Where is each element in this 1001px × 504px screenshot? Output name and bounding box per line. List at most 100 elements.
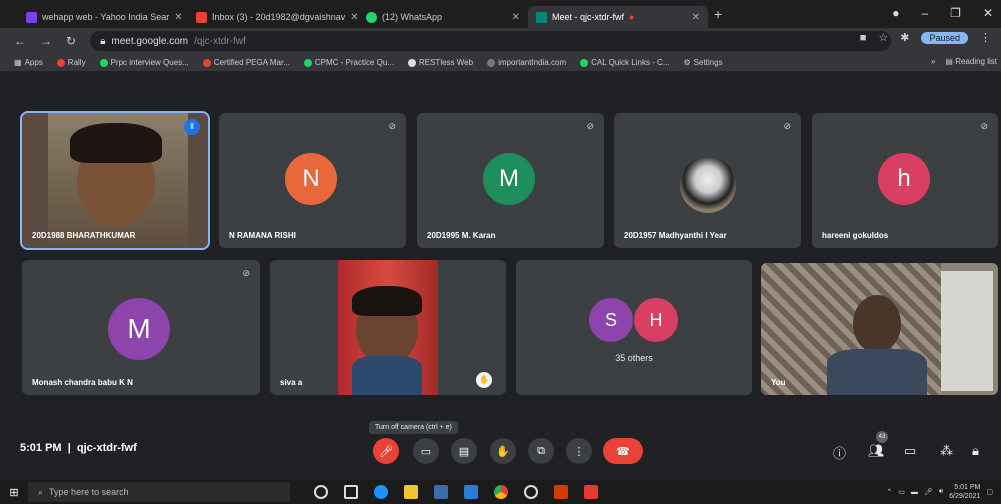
participant-tile[interactable]: ⊘ 20D1957 Madhyanthi I Year — [614, 113, 801, 248]
file-explorer-icon[interactable] — [404, 485, 418, 499]
bookmark-cpmc[interactable]: CPMC - Practice Qu... — [303, 58, 394, 67]
participant-shirt — [352, 356, 422, 395]
whatsapp-icon — [580, 58, 589, 67]
record-icon[interactable]: ● — [892, 6, 899, 20]
mic-toggle-button[interactable]: 🎤︎ — [373, 438, 399, 464]
host-controls-icon[interactable]: 🔒︎ — [972, 443, 979, 459]
leave-call-button[interactable]: ☎ — [603, 438, 643, 464]
url-host: meet.google.com — [111, 35, 189, 47]
maximize-button[interactable]: ❐ — [950, 6, 961, 20]
taskbar-search[interactable]: ⌕ Type here to search — [28, 482, 290, 502]
others-tile[interactable]: S H 35 others — [516, 260, 752, 395]
meet-icon — [536, 11, 547, 23]
close-icon[interactable]: ✕ — [692, 12, 700, 23]
tab-yahoo[interactable]: wehapp web - Yahoo India Sear ✕ — [18, 6, 188, 28]
self-tile[interactable]: You — [761, 263, 998, 395]
chevron-up-icon[interactable]: ⌃ — [886, 488, 892, 496]
menu-icon[interactable]: ⋮ — [980, 31, 991, 44]
captions-button[interactable]: ▤ — [451, 438, 477, 464]
minimize-button[interactable]: – — [921, 6, 928, 20]
extensions-icon[interactable]: ✱ — [900, 31, 909, 44]
chat-icon[interactable]: ▭ — [904, 443, 916, 459]
tab-label: wehapp web - Yahoo India Sear — [42, 12, 170, 22]
participant-tile[interactable]: ⊘ M 20D1995 M. Karan — [417, 113, 604, 248]
browser-toolbar-right: ■ ☆ ✱ Paused ⋮ — [860, 31, 991, 44]
bookmark-restless[interactable]: RESTless Web — [407, 58, 473, 67]
close-icon[interactable]: ✕ — [350, 12, 358, 23]
gear-icon: ⚙ — [683, 58, 691, 67]
forward-button[interactable]: → — [40, 34, 52, 48]
close-icon[interactable]: ✕ — [512, 12, 520, 23]
bookmark-label: importantIndia.com — [498, 58, 567, 67]
tab-label: (12) WhatsApp — [382, 12, 443, 22]
bookmark-apps[interactable]: ▦ Apps — [14, 58, 43, 67]
bookmark-rally[interactable]: Rally — [56, 58, 86, 67]
windows-taskbar: ⊞ ⌕ Type here to search ⌃ ▭ ▬ 🎤︎ 🔊︎ 5:01… — [0, 480, 1001, 504]
profile-button[interactable]: Paused — [921, 31, 968, 44]
avatar: M — [108, 298, 170, 360]
participant-tile[interactable]: ⦀ 20D1988 BHARATHKUMAR — [20, 111, 210, 250]
participant-tile[interactable]: ⊘ M Monash chandra babu K N — [22, 260, 260, 395]
lock-icon: 🔒︎ — [100, 35, 106, 47]
clock-date: 6/29/2021 — [949, 493, 981, 500]
edge-icon[interactable] — [374, 485, 388, 499]
avatar: M — [483, 153, 535, 205]
participant-tile[interactable]: ✋ siva a — [270, 260, 506, 395]
avatar: H — [634, 298, 678, 342]
camera-in-use-icon[interactable]: ■ — [860, 32, 867, 44]
store-icon[interactable] — [434, 485, 448, 499]
bookmark-prpc[interactable]: Prpc interview Ques... — [99, 58, 189, 67]
volume-icon[interactable]: 🔊︎ — [939, 488, 943, 496]
bookmark-importantindia[interactable]: importantIndia.com — [487, 58, 566, 67]
camera-icon: ▭ — [420, 445, 432, 458]
url-field[interactable]: 🔒︎ meet.google.com/qjc-xtdr-fwf — [90, 31, 891, 51]
close-icon[interactable]: ✕ — [174, 12, 182, 23]
search-placeholder: Type here to search — [49, 487, 129, 497]
activities-icon[interactable]: ⁂ — [940, 443, 953, 459]
new-tab-button[interactable]: + — [714, 6, 722, 22]
bookmark-cal[interactable]: CAL Quick Links - C... — [580, 58, 670, 67]
search-icon: ⌕ — [38, 486, 44, 497]
bookmark-settings[interactable]: ⚙ Settings — [684, 58, 723, 67]
tab-whatsapp[interactable]: (12) WhatsApp ✕ — [358, 6, 528, 28]
mic-icon[interactable]: 🎤︎ — [924, 488, 933, 496]
close-window-button[interactable]: ✕ — [983, 6, 993, 20]
more-options-button[interactable]: ⋮ — [566, 438, 592, 464]
window-controls: ● – ❐ ✕ — [892, 6, 993, 20]
battery-icon[interactable]: ▬ — [911, 489, 918, 496]
tab-meet[interactable]: Meet - qjc-xtdr-fwf ● ✕ — [528, 6, 708, 28]
system-tray: ⌃ ▭ ▬ 🎤︎ 🔊︎ 5:01 PM 6/29/2021 ▢ — [886, 483, 993, 501]
bookmark-pega[interactable]: Certified PEGA Mar... — [202, 58, 290, 67]
raise-hand-button[interactable]: ✋ — [490, 438, 516, 464]
overflow-icon[interactable]: » — [931, 57, 935, 66]
mail-icon[interactable] — [464, 485, 478, 499]
star-icon[interactable]: ☆ — [878, 31, 888, 44]
windows-start-icon[interactable]: ⊞ — [0, 486, 28, 499]
participant-name: 20D1995 M. Karan — [427, 231, 496, 240]
gmail-icon — [196, 11, 207, 23]
info-icon[interactable]: ⓘ — [833, 443, 846, 462]
present-button[interactable]: ⧉ — [528, 438, 554, 464]
task-view-icon[interactable] — [344, 485, 358, 499]
app-icon[interactable] — [524, 485, 538, 499]
people-icon[interactable]: 👥︎ — [868, 443, 885, 459]
reading-list-button[interactable]: ▤ Reading list — [945, 57, 997, 66]
page-icon — [487, 58, 496, 67]
participant-hair — [352, 286, 422, 316]
camera-toggle-button[interactable]: ▭ — [413, 438, 439, 464]
more-vert-icon: ⋮ — [573, 445, 585, 458]
participant-tile[interactable]: ⊘ N N RAMANA RISHI — [219, 113, 406, 248]
clock[interactable]: 5:01 PM 6/29/2021 — [949, 483, 980, 501]
screen: wehapp web - Yahoo India Sear ✕ Inbox (3… — [0, 0, 1001, 504]
cortana-icon[interactable] — [314, 485, 328, 499]
chrome-icon[interactable] — [494, 485, 508, 499]
back-button[interactable]: ← — [14, 34, 26, 48]
network-icon[interactable]: ▭ — [898, 488, 905, 496]
acrobat-icon[interactable] — [584, 485, 598, 499]
notifications-icon[interactable]: ▢ — [986, 488, 993, 496]
office-icon[interactable] — [554, 485, 568, 499]
reload-button[interactable]: ↻ — [66, 34, 76, 48]
participant-hair — [70, 123, 162, 163]
tab-gmail[interactable]: Inbox (3) - 20d1982@dgvaishnav ✕ — [188, 6, 358, 28]
participant-tile[interactable]: ⊘ h hareeni gokuldos — [812, 113, 998, 248]
